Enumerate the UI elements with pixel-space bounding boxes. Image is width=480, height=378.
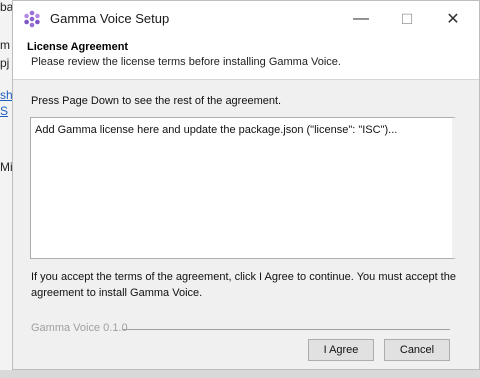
maximize-icon: ☐ [400, 10, 414, 27]
maximize-button[interactable]: ☐ [385, 1, 429, 37]
gamma-logo-icon [24, 10, 40, 28]
license-text: Add Gamma license here and update the pa… [35, 124, 398, 136]
branding-divider [122, 329, 450, 330]
setup-window: Gamma Voice Setup — ☐ ✕ License Agreemen… [12, 0, 480, 370]
background-taskbar-strip [0, 370, 480, 378]
close-icon: ✕ [446, 11, 460, 28]
window-title: Gamma Voice Setup [50, 11, 170, 26]
background-text-fragment: pj [0, 56, 10, 70]
page-header: License Agreement Please review the lice… [13, 37, 479, 80]
page-subtitle: Please review the license terms before i… [31, 56, 341, 68]
title-bar[interactable]: Gamma Voice Setup — ☐ ✕ [13, 1, 479, 37]
installer-branding: Gamma Voice 0.1.0 [31, 322, 128, 334]
minimize-button[interactable]: — [339, 1, 383, 37]
accept-instruction: If you accept the terms of the agreement… [31, 271, 456, 299]
minimize-icon: — [353, 10, 369, 27]
license-text-area[interactable]: Add Gamma license here and update the pa… [30, 117, 457, 259]
background-link-fragment[interactable]: S [0, 104, 8, 118]
close-button[interactable]: ✕ [431, 1, 475, 37]
scroll-instruction: Press Page Down to see the rest of the a… [31, 95, 282, 107]
background-link-fragment[interactable]: sh [0, 88, 13, 102]
cancel-button[interactable]: Cancel [384, 339, 450, 361]
background-text-fragment: Mi [0, 160, 13, 174]
background-text-fragment: m [0, 38, 10, 52]
agree-button[interactable]: I Agree [308, 339, 374, 361]
page-title: License Agreement [27, 41, 129, 53]
